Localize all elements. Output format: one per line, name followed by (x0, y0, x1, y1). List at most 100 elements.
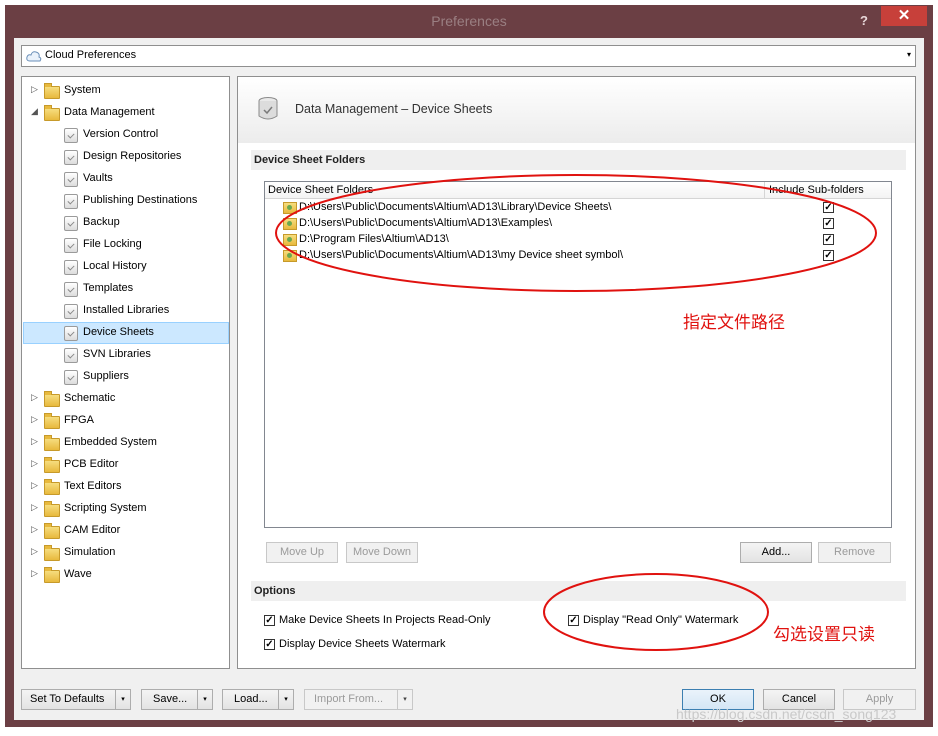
tree-item-label: Publishing Destinations (83, 194, 198, 206)
chevron-down-icon[interactable]: ▾ (278, 690, 293, 709)
expand-arrow-icon[interactable]: ▷ (31, 524, 38, 535)
device-sheet-folders-list[interactable]: Device Sheet Folders Include Sub-folders… (264, 181, 892, 528)
expand-arrow-icon[interactable]: ▷ (31, 436, 38, 447)
move-up-button[interactable]: Move Up (266, 542, 338, 563)
read-only-annotation: 勾选设置只读 (773, 625, 875, 645)
include-subfolders-checkbox[interactable]: ✓ (823, 218, 834, 229)
folder-icon (44, 413, 60, 429)
move-down-button[interactable]: Move Down (346, 542, 418, 563)
load-button[interactable]: Load... ▾ (222, 689, 294, 710)
folder-row[interactable]: D:\Users\Public\Documents\Altium\AD13\Ex… (265, 215, 891, 231)
tree-item-system[interactable]: ▷ System (22, 80, 229, 102)
settings-page-icon (64, 260, 78, 275)
tree-item-wave[interactable]: ▷ Wave (22, 564, 229, 586)
expand-arrow-icon[interactable]: ▷ (31, 414, 38, 425)
tree-item-cam-editor[interactable]: ▷ CAM Editor (22, 520, 229, 542)
preferences-source-select[interactable]: Cloud Preferences ▾ (21, 45, 916, 67)
tree-item-fpga[interactable]: ▷ FPGA (22, 410, 229, 432)
folder-icon (44, 457, 60, 473)
include-subfolders-checkbox[interactable]: ✓ (823, 234, 834, 245)
tree-item-version-control[interactable]: Version Control (22, 124, 229, 146)
save-button[interactable]: Save... ▾ (141, 689, 213, 710)
set-to-defaults-button[interactable]: Set To Defaults ▾ (21, 689, 131, 710)
folder-path: D:\Program Files\Altium\AD13\ (299, 233, 449, 245)
folder-row[interactable]: D:\Users\Public\Documents\Altium\AD13\Li… (265, 199, 891, 215)
help-button[interactable]: ? (853, 11, 875, 31)
tree-item-label: Installed Libraries (83, 304, 170, 316)
column-header-include-subfolders[interactable]: Include Sub-folders (769, 184, 864, 196)
include-subfolders-checkbox[interactable]: ✓ (823, 250, 834, 261)
dialog-client: Cloud Preferences ▾ ▷ System ◢ Data Managem… (14, 38, 924, 720)
tree-item-design-repositories[interactable]: Design Repositories (22, 146, 229, 168)
tree-item-simulation[interactable]: ▷ Simulation (22, 542, 229, 564)
collapse-arrow-icon[interactable]: ◢ (31, 106, 38, 117)
settings-page-icon (64, 282, 78, 297)
close-button[interactable]: ✕ (881, 6, 927, 26)
tree-item-file-locking[interactable]: File Locking (22, 234, 229, 256)
tree-item-label: File Locking (83, 238, 142, 250)
set-to-defaults-label: Set To Defaults (30, 693, 105, 705)
tree-item-suppliers[interactable]: Suppliers (22, 366, 229, 388)
tree-item-backup[interactable]: Backup (22, 212, 229, 234)
preferences-source-value: Cloud Preferences (45, 49, 137, 61)
include-subfolders-checkbox[interactable]: ✓ (823, 202, 834, 213)
preferences-window: Preferences ? ✕ Cloud Preferences ▾ ▷ Sys… (5, 5, 933, 727)
tree-item-svn-libraries[interactable]: SVN Libraries (22, 344, 229, 366)
folder-row[interactable]: D:\Users\Public\Documents\Altium\AD13\my… (265, 247, 891, 263)
expand-arrow-icon[interactable]: ▷ (31, 502, 38, 513)
tree-item-publishing-destinations[interactable]: Publishing Destinations (22, 190, 229, 212)
settings-page-icon (64, 304, 78, 319)
remove-button[interactable]: Remove (818, 542, 891, 563)
settings-page-icon (64, 194, 78, 209)
folder-path: D:\Users\Public\Documents\Altium\AD13\my… (299, 249, 623, 261)
chevron-down-icon[interactable]: ▾ (907, 50, 911, 59)
folder-icon (44, 545, 60, 561)
title-bar[interactable]: Preferences ? ✕ (5, 5, 933, 37)
list-header: Device Sheet Folders Include Sub-folders (265, 182, 891, 199)
folder-icon (283, 234, 297, 246)
tree-item-templates[interactable]: Templates (22, 278, 229, 300)
settings-page-icon (64, 348, 78, 363)
import-from-button[interactable]: Import From... ▾ (304, 689, 413, 710)
tree-item-device-sheets[interactable]: Device Sheets (22, 322, 229, 344)
tree-item-text-editors[interactable]: ▷ Text Editors (22, 476, 229, 498)
tree-item-data-management[interactable]: ◢ Data Management (22, 102, 229, 124)
settings-page-icon (64, 128, 78, 143)
tree-item-vaults[interactable]: Vaults (22, 168, 229, 190)
chevron-down-icon[interactable]: ▾ (197, 690, 212, 709)
column-header-folders[interactable]: Device Sheet Folders (268, 184, 373, 196)
chevron-down-icon[interactable]: ▾ (397, 690, 412, 709)
read-only-option[interactable]: ✓ Make Device Sheets In Projects Read-Onl… (264, 614, 491, 626)
expand-arrow-icon[interactable]: ▷ (31, 546, 38, 557)
column-separator[interactable] (764, 182, 765, 198)
tree-item-label: FPGA (64, 414, 94, 426)
expand-arrow-icon[interactable]: ▷ (31, 458, 38, 469)
read-only-checkbox[interactable]: ✓ (264, 614, 275, 626)
options-section: Options (251, 581, 906, 601)
page-title: Data Management – Device Sheets (295, 102, 493, 116)
settings-page-icon (64, 216, 78, 231)
tree-item-label: Text Editors (64, 480, 122, 492)
folder-icon (44, 567, 60, 583)
read-only-watermark-option[interactable]: ✓ Display "Read Only" Watermark (568, 614, 738, 626)
folder-icon (44, 435, 60, 451)
expand-arrow-icon[interactable]: ▷ (31, 392, 38, 403)
tree-item-embedded-system[interactable]: ▷ Embedded System (22, 432, 229, 454)
folder-icon (44, 479, 60, 495)
tree-item-label: Device Sheets (83, 326, 154, 338)
tree-item-local-history[interactable]: Local History (22, 256, 229, 278)
expand-arrow-icon[interactable]: ▷ (31, 480, 38, 491)
folder-row[interactable]: D:\Program Files\Altium\AD13\ ✓ (265, 231, 891, 247)
read-only-watermark-checkbox[interactable]: ✓ (568, 614, 579, 626)
watermark-checkbox[interactable]: ✓ (264, 638, 275, 650)
tree-item-scripting-system[interactable]: ▷ Scripting System (22, 498, 229, 520)
expand-arrow-icon[interactable]: ▷ (31, 568, 38, 579)
tree-item-pcb-editor[interactable]: ▷ PCB Editor (22, 454, 229, 476)
tree-item-schematic[interactable]: ▷ Schematic (22, 388, 229, 410)
tree-item-installed-libraries[interactable]: Installed Libraries (22, 300, 229, 322)
expand-arrow-icon[interactable]: ▷ (31, 84, 38, 95)
chevron-down-icon[interactable]: ▾ (115, 690, 130, 709)
watermark-option[interactable]: ✓ Display Device Sheets Watermark (264, 638, 445, 650)
add-button[interactable]: Add... (740, 542, 812, 563)
device-sheet-folders-section: Device Sheet Folders (251, 150, 906, 170)
